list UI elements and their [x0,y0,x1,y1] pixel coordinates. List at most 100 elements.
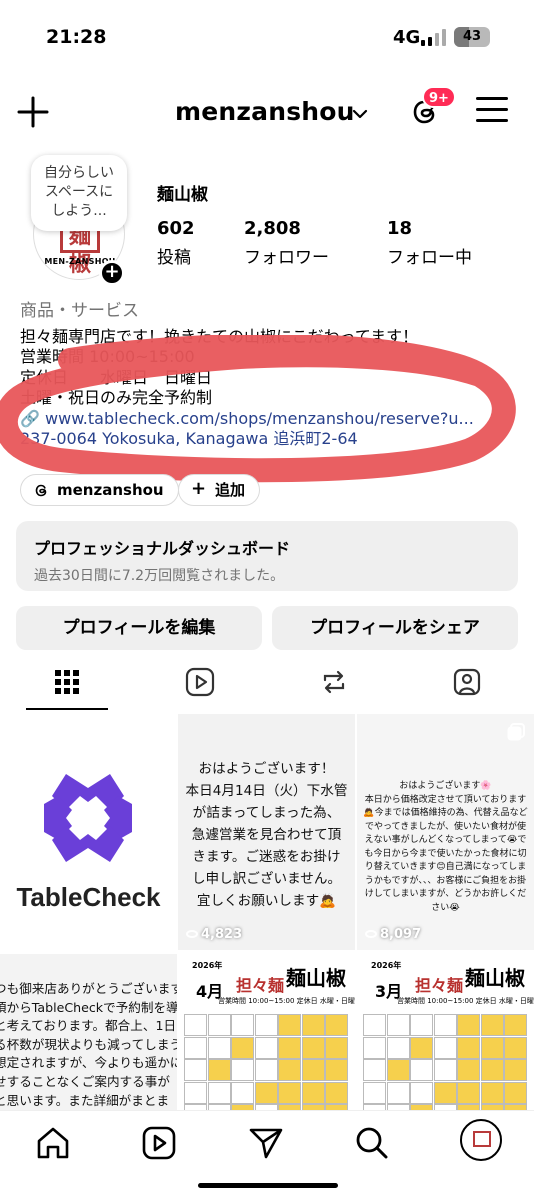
professional-dashboard[interactable]: プロフェッショナルダッシュボード 過去30日間に7.2万回閲覧されました。 [16,521,518,591]
bio: 商品・サービス 担々麺専門店です！挽きたての山椒にこだわってます！ 営業時間 1… [20,301,520,450]
calendar-day [184,1081,207,1104]
edit-profile-button[interactable]: プロフィールを編集 [16,606,262,650]
menu-brand: 麺山椒 [465,966,525,990]
link-icon: 🔗 [20,408,46,428]
calendar-day [386,1036,410,1059]
calendar-day [231,1014,254,1036]
calendar-day [184,1036,207,1059]
threads-profile-pill[interactable]: menzanshou [20,474,179,506]
bio-line: 土曜・祝日のみ完全予約制 [20,388,213,407]
bio-address[interactable]: 237-0064 Yokosuka, Kanagawa 追浜町2-64 [20,429,520,450]
bio-link[interactable]: 🔗 www.tablecheck.com/shops/menzanshou/re… [20,409,520,430]
send-icon[interactable] [246,1123,286,1163]
post-tile[interactable]: 2026年 4月 担々麺 麺山椒 営業時間 10:00~15:00 定休日 水曜… [178,954,355,1110]
calendar-day [207,1036,231,1059]
following-stat[interactable]: 18 フォロー中 [387,218,472,268]
network-indicator: 4G [393,27,421,48]
tagged-icon [453,668,480,696]
tablecheck-wordmark: TableCheck [16,882,161,912]
calendar-day [207,1059,231,1081]
posts-stat[interactable]: 602 投稿 [157,218,195,268]
menu-header: 2026年 3月 担々麺 麺山椒 営業時間 10:00~15:00 定休日 水曜… [357,954,534,1014]
threads-pill-label: menzanshou [57,481,164,499]
calendar-day [457,1059,480,1081]
calendar-grid [184,1014,349,1110]
tab-tagged[interactable] [400,656,533,710]
grid-icon [54,670,79,694]
following-label: フォロー中 [387,248,472,268]
post-text: つも御来店ありがとうございます頃からTableCheckで予約制を導入しと考えて… [0,981,177,1108]
add-story-plus-icon[interactable]: + [99,260,125,286]
profile-avatar[interactable] [460,1119,502,1161]
signal-icon [421,29,447,46]
view-count: 4,823 [186,927,242,942]
home-icon[interactable] [33,1123,73,1163]
battery-level: 43 [462,29,482,44]
calendar-day [504,1081,527,1104]
reels-icon[interactable] [139,1123,179,1163]
calendar-day [386,1081,410,1104]
calendar-day [433,1014,457,1036]
active-tab-indicator [26,708,108,710]
view-count-value: 8,097 [380,927,422,942]
tab-reels[interactable] [133,656,266,710]
battery-icon: 43 [454,27,490,47]
calendar-grid [363,1014,528,1110]
status-bar: 21:28 4G 43 [0,0,534,78]
menu-title: 担々麺 [236,976,285,995]
calendar-day [457,1014,480,1036]
post-tile[interactable]: おはようございます🌸 本日から価格改定させて頂いております 🙇今までは価格維持の為、… [357,714,534,950]
reposts-icon [323,670,344,694]
create-plus-icon[interactable] [14,93,52,131]
calendar-day [278,1036,301,1059]
calendar-day [386,1059,410,1081]
threads-icon [35,484,47,497]
tablecheck-logo [44,774,132,862]
calendar-day [254,1081,278,1104]
tab-grid[interactable] [0,656,133,710]
tab-reposts[interactable] [267,656,400,710]
calendar-day [184,1014,207,1036]
eye-icon [186,930,198,938]
followers-label: フォロワー [244,248,329,268]
view-count: 8,097 [365,927,421,942]
calendar-day [278,1014,301,1036]
bottom-nav [0,1110,534,1200]
post-text: おはようございます🌸 本日から価格改定させて頂いております 🙇今までは価格維持の為、… [363,781,528,913]
followers-stat[interactable]: 2,808 フォロワー [244,218,329,268]
notification-badge[interactable]: 9+ [422,86,456,108]
menu-hamburger-icon[interactable] [476,97,508,127]
calendar-day [410,1081,433,1104]
calendar-day [301,1059,325,1081]
calendar-day [480,1081,504,1104]
post-tile[interactable]: つも御来店ありがとうございます頃からTableCheckで予約制を導入しと考えて… [0,954,177,1110]
calendar-day [480,1059,504,1081]
calendar-day [363,1036,386,1059]
bio-line: 定休日 水曜日 日曜日 [20,367,213,387]
chevron-down-icon[interactable] [351,105,369,123]
post-tile[interactable]: おはようございます！ 本日4月14日（火）下水管 が詰まってしまった為、 急遽営業を見… [178,714,355,950]
username-switcher[interactable]: menzanshou [175,97,355,126]
calendar-day [301,1014,325,1036]
calendar-day [457,1081,480,1104]
calendar-day [504,1014,527,1036]
calendar-day [363,1014,386,1036]
calendar-day [433,1059,457,1081]
menu-hours: 営業時間 10:00~15:00 定休日 水曜・日曜 [218,997,355,1005]
posts-count: 602 [157,218,195,239]
bio-category: 商品・サービス [20,301,139,321]
search-icon[interactable] [352,1123,392,1163]
add-pill[interactable]: + 追加 [178,474,261,506]
bio-link-text[interactable]: www.tablecheck.com/shops/menzanshou/rese… [45,409,474,428]
post-tile[interactable]: 2026年 3月 担々麺 麺山椒 営業時間 10:00~15:00 定休日 水曜… [357,954,534,1110]
calendar-day [231,1036,254,1059]
note-bubble[interactable]: 自分らしい スペースに しよう... [31,155,127,231]
calendar-day [504,1059,527,1081]
menu-hours: 営業時間 10:00~15:00 定休日 水曜・日曜 [397,997,534,1005]
calendar-day [433,1036,457,1059]
menu-year: 2026年 [371,961,402,970]
post-tile[interactable]: TableCheck [0,714,177,950]
share-profile-button[interactable]: プロフィールをシェア [272,606,518,650]
profile-header: menzanshou 9+ [0,85,534,141]
calendar-day [231,1081,254,1104]
